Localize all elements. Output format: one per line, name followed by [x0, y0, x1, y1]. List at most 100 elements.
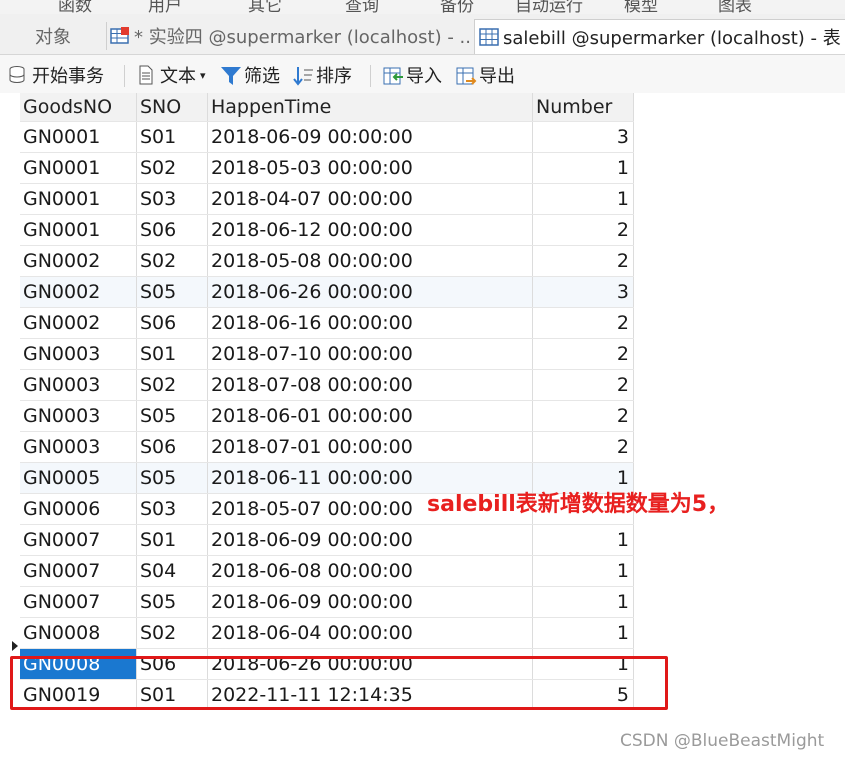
export-button[interactable]: 导出 — [455, 62, 515, 88]
cell-sno[interactable]: S04 — [136, 555, 208, 587]
cell-number[interactable]: 2 — [532, 369, 634, 401]
cell-happentime[interactable]: 2018-07-10 00:00:00 — [207, 338, 533, 370]
cell-happentime[interactable]: 2018-06-12 00:00:00 — [207, 214, 533, 246]
cell-goodsno[interactable]: GN0007 — [20, 586, 137, 618]
table-row[interactable]: GN0007 S04 2018-06-08 00:00:00 1 — [20, 555, 634, 587]
cell-sno[interactable]: S05 — [136, 400, 208, 432]
cell-number[interactable]: 1 — [532, 183, 634, 215]
cell-happentime[interactable]: 2018-06-09 00:00:00 — [207, 524, 533, 556]
column-header-goodsno[interactable]: GoodsNO — [20, 93, 137, 122]
sort-button[interactable]: 排序 — [292, 62, 352, 88]
cell-goodsno[interactable]: GN0003 — [20, 369, 137, 401]
cell-number[interactable]: 2 — [532, 307, 634, 339]
cell-sno[interactable]: S01 — [136, 338, 208, 370]
cell-goodsno[interactable]: GN0007 — [20, 524, 137, 556]
cell-sno[interactable]: S06 — [136, 431, 208, 463]
cell-goodsno[interactable]: GN0005 — [20, 462, 137, 494]
cell-goodsno[interactable]: GN0002 — [20, 245, 137, 277]
cell-goodsno[interactable]: GN0001 — [20, 121, 137, 153]
cell-number[interactable]: 1 — [532, 555, 634, 587]
table-row[interactable]: GN0003 S05 2018-06-01 00:00:00 2 — [20, 400, 634, 432]
column-header-sno[interactable]: SNO — [136, 93, 208, 122]
filter-button[interactable]: 筛选 — [220, 62, 280, 88]
cell-sno[interactable]: S01 — [136, 524, 208, 556]
cell-happentime[interactable]: 2018-06-26 00:00:00 — [207, 276, 533, 308]
cell-happentime[interactable]: 2018-06-01 00:00:00 — [207, 400, 533, 432]
cell-sno[interactable]: S05 — [136, 276, 208, 308]
table-row[interactable]: GN0003 S01 2018-07-10 00:00:00 2 — [20, 338, 634, 370]
cell-number[interactable]: 2 — [532, 338, 634, 370]
cell-sno[interactable]: S03 — [136, 493, 208, 525]
table-row[interactable]: GN0002 S06 2018-06-16 00:00:00 2 — [20, 307, 634, 339]
menu-item[interactable]: 自动运行 — [515, 0, 583, 14]
cell-sno[interactable]: S02 — [136, 617, 208, 649]
menu-item[interactable]: 函数 — [58, 0, 92, 14]
cell-number[interactable]: 2 — [532, 400, 634, 432]
text-button[interactable]: 文本 ▾ — [136, 62, 206, 88]
cell-goodsno[interactable]: GN0003 — [20, 338, 137, 370]
cell-goodsno[interactable]: GN0001 — [20, 183, 137, 215]
cell-happentime[interactable]: 2018-05-03 00:00:00 — [207, 152, 533, 184]
menu-item[interactable]: 查询 — [345, 0, 379, 14]
cell-sno[interactable]: S06 — [136, 307, 208, 339]
cell-goodsno[interactable]: GN0007 — [20, 555, 137, 587]
menu-item[interactable]: 用户 — [148, 0, 182, 14]
cell-goodsno[interactable]: GN0001 — [20, 152, 137, 184]
cell-goodsno[interactable]: GN0003 — [20, 400, 137, 432]
import-button[interactable]: 导入 — [382, 62, 442, 88]
table-row[interactable]: GN0003 S06 2018-07-01 00:00:00 2 — [20, 431, 634, 463]
table-row[interactable]: GN0007 S01 2018-06-09 00:00:00 1 — [20, 524, 634, 556]
table-row[interactable]: GN0008 S02 2018-06-04 00:00:00 1 — [20, 617, 634, 649]
table-row[interactable]: GN0002 S02 2018-05-08 00:00:00 2 — [20, 245, 634, 277]
cell-sno[interactable]: S03 — [136, 183, 208, 215]
cell-happentime[interactable]: 2018-07-01 00:00:00 — [207, 431, 533, 463]
cell-number[interactable]: 2 — [532, 245, 634, 277]
begin-transaction-button[interactable]: 开始事务 — [8, 62, 104, 88]
table-row[interactable]: GN0001 S01 2018-06-09 00:00:00 3 — [20, 121, 634, 153]
cell-happentime[interactable]: 2018-06-08 00:00:00 — [207, 555, 533, 587]
cell-number[interactable]: 1 — [532, 152, 634, 184]
cell-sno[interactable]: S01 — [136, 121, 208, 153]
cell-happentime[interactable]: 2018-05-08 00:00:00 — [207, 245, 533, 277]
cell-number[interactable]: 3 — [532, 121, 634, 153]
cell-happentime[interactable]: 2018-06-09 00:00:00 — [207, 121, 533, 153]
column-header-number[interactable]: Number — [532, 93, 634, 122]
cell-number[interactable]: 2 — [532, 431, 634, 463]
menu-item[interactable]: 其它 — [248, 0, 282, 14]
cell-goodsno[interactable]: GN0002 — [20, 307, 137, 339]
cell-sno[interactable]: S02 — [136, 245, 208, 277]
cell-sno[interactable]: S05 — [136, 586, 208, 618]
cell-goodsno[interactable]: GN0002 — [20, 276, 137, 308]
table-row[interactable]: GN0001 S03 2018-04-07 00:00:00 1 — [20, 183, 634, 215]
cell-goodsno[interactable]: GN0006 — [20, 493, 137, 525]
cell-sno[interactable]: S02 — [136, 152, 208, 184]
tab-objects[interactable]: 对象 — [0, 19, 106, 53]
cell-sno[interactable]: S06 — [136, 214, 208, 246]
table-row[interactable]: GN0007 S05 2018-06-09 00:00:00 1 — [20, 586, 634, 618]
cell-number[interactable]: 2 — [532, 214, 634, 246]
tab-query[interactable]: * 实验四 @supermarker (localhost) - ... — [110, 19, 472, 53]
table-row[interactable]: GN0003 S02 2018-07-08 00:00:00 2 — [20, 369, 634, 401]
cell-number[interactable]: 3 — [532, 276, 634, 308]
column-header-happentime[interactable]: HappenTime — [207, 93, 533, 122]
cell-number[interactable]: 1 — [532, 524, 634, 556]
cell-happentime[interactable]: 2018-06-04 00:00:00 — [207, 617, 533, 649]
cell-happentime[interactable]: 2018-04-07 00:00:00 — [207, 183, 533, 215]
cell-happentime[interactable]: 2018-07-08 00:00:00 — [207, 369, 533, 401]
cell-goodsno[interactable]: GN0008 — [20, 617, 137, 649]
table-row[interactable]: GN0002 S05 2018-06-26 00:00:00 3 — [20, 276, 634, 308]
cell-sno[interactable]: S05 — [136, 462, 208, 494]
table-row[interactable]: GN0001 S02 2018-05-03 00:00:00 1 — [20, 152, 634, 184]
table-row[interactable]: GN0001 S06 2018-06-12 00:00:00 2 — [20, 214, 634, 246]
cell-goodsno[interactable]: GN0003 — [20, 431, 137, 463]
cell-goodsno[interactable]: GN0001 — [20, 214, 137, 246]
tab-salebill[interactable]: salebill @supermarker (localhost) - 表 — [474, 19, 845, 54]
cell-number[interactable]: 1 — [532, 617, 634, 649]
cell-happentime[interactable]: 2018-06-16 00:00:00 — [207, 307, 533, 339]
menu-item[interactable]: 备份 — [440, 0, 474, 14]
menu-item[interactable]: 图表 — [718, 0, 752, 14]
cell-sno[interactable]: S02 — [136, 369, 208, 401]
menu-item[interactable]: 模型 — [624, 0, 658, 14]
cell-number[interactable]: 1 — [532, 586, 634, 618]
cell-happentime[interactable]: 2018-06-09 00:00:00 — [207, 586, 533, 618]
